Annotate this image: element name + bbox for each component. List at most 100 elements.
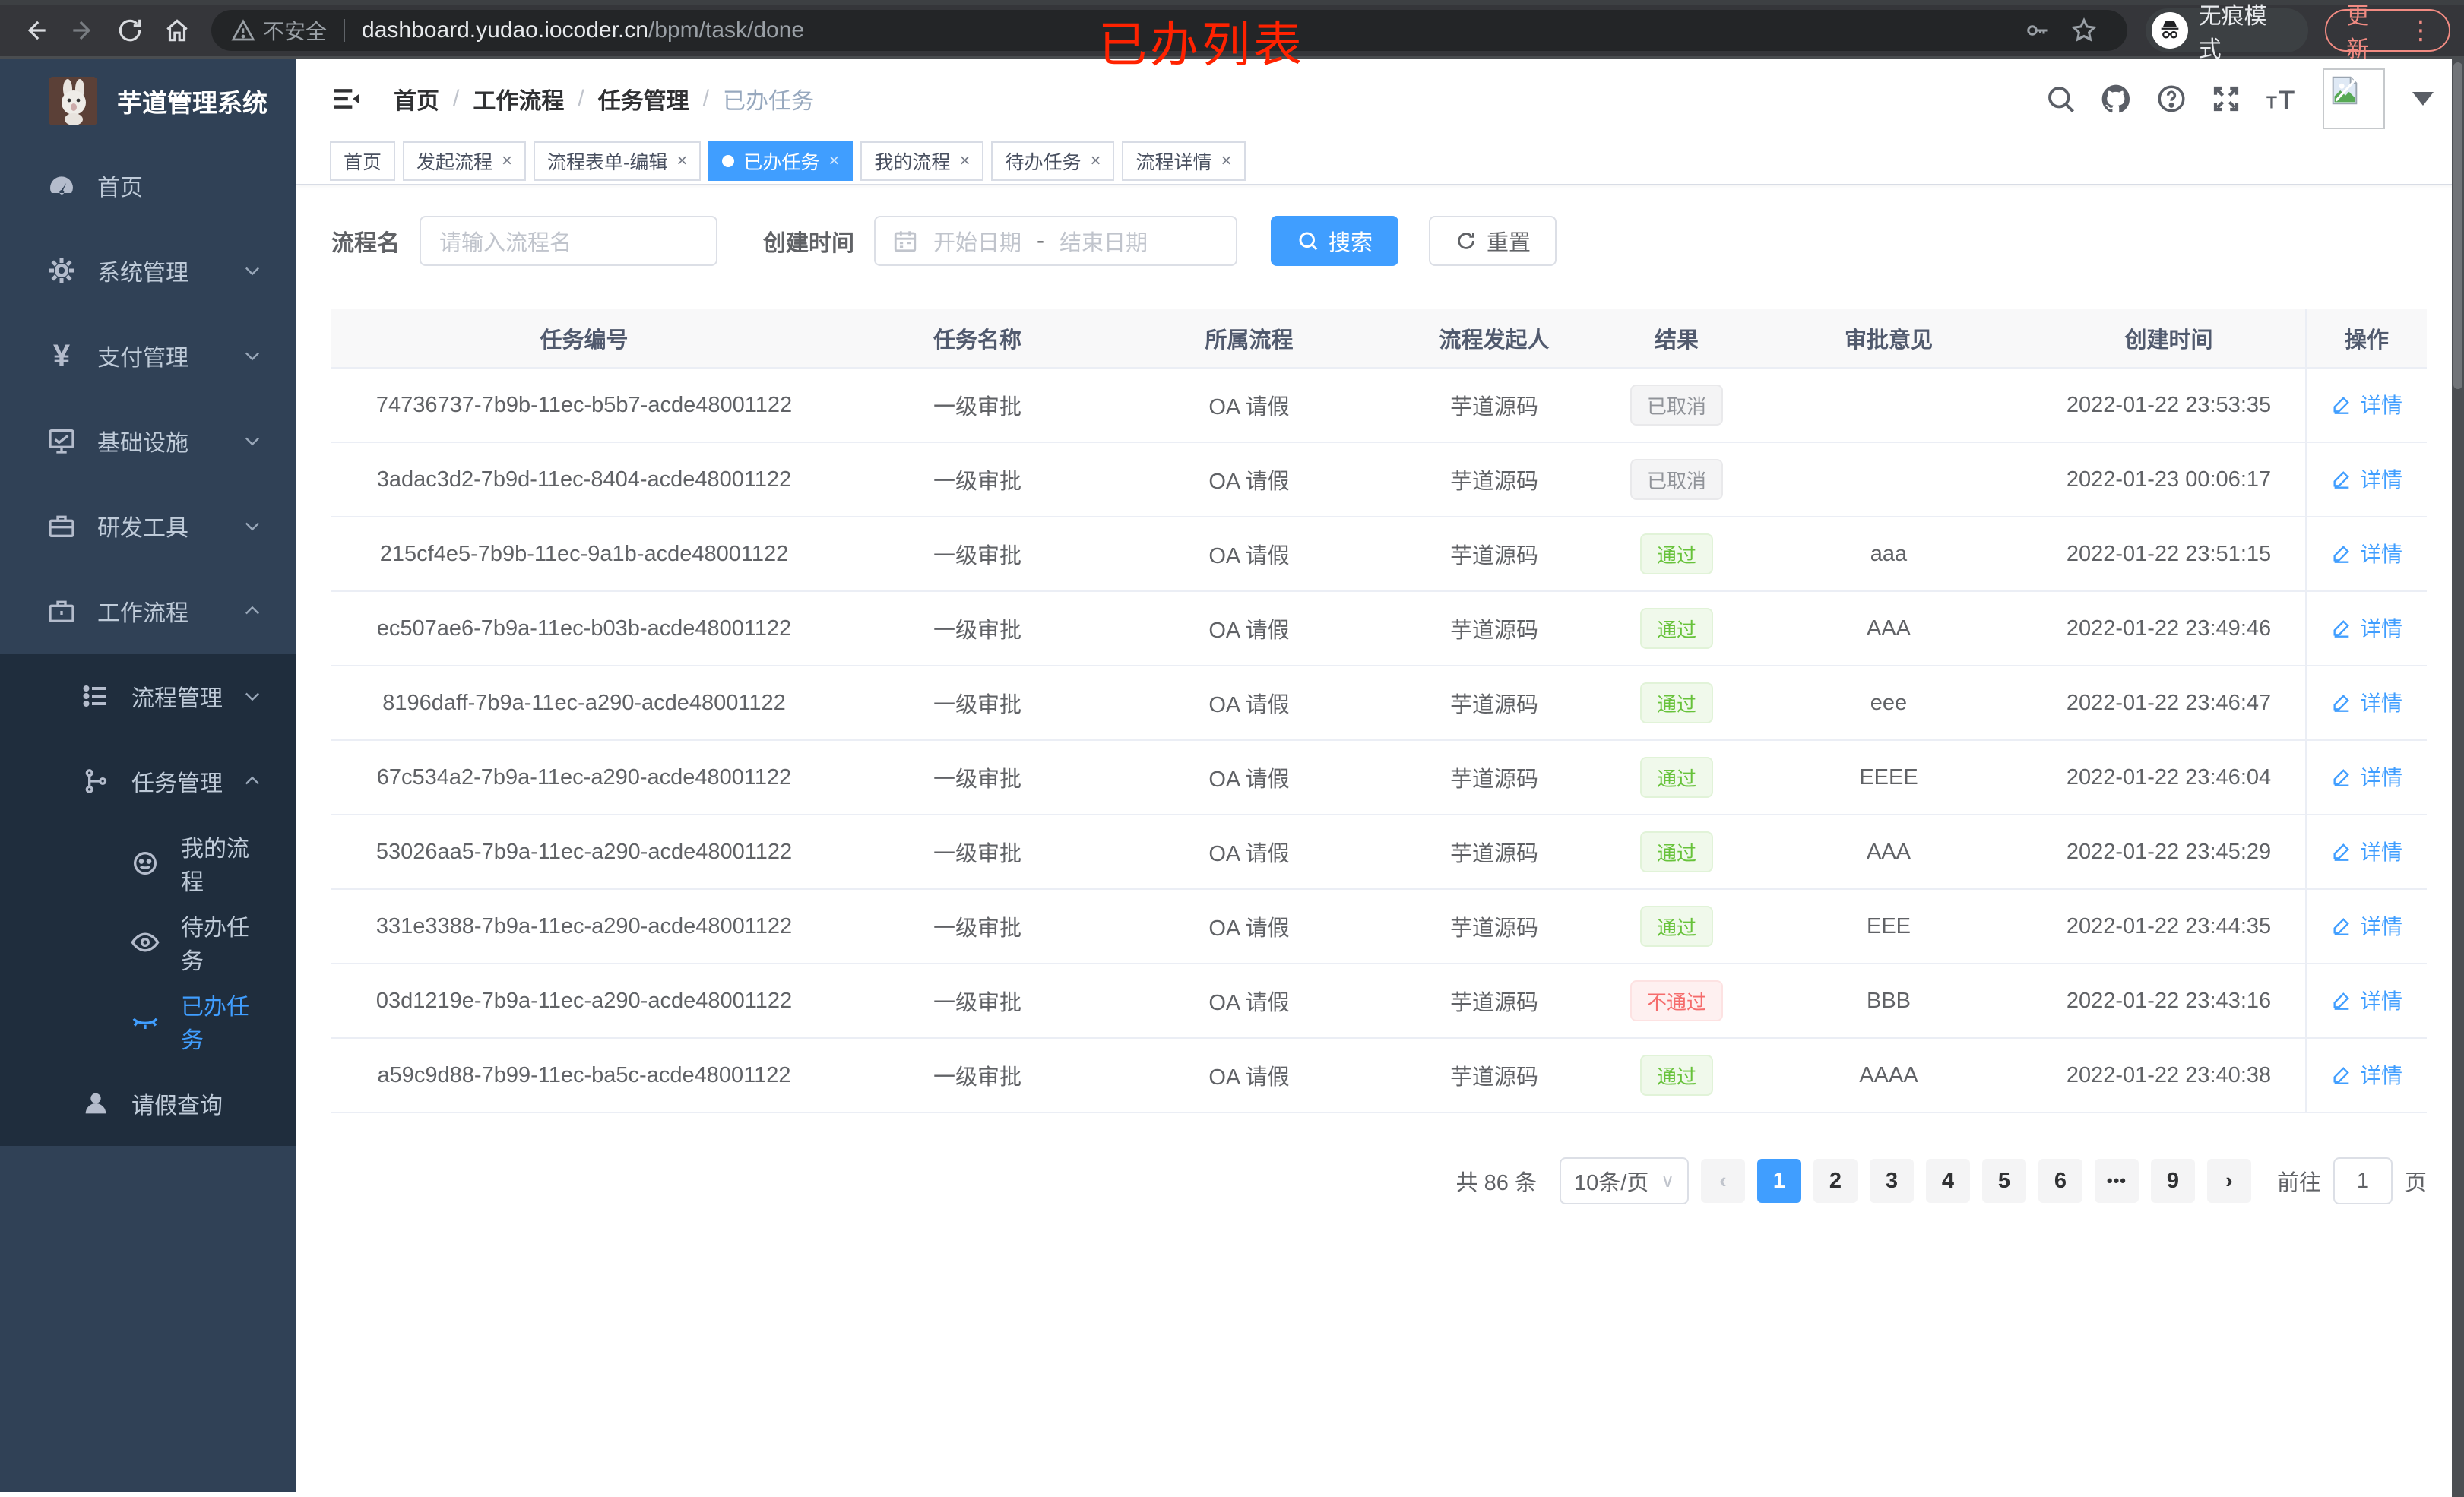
goto-page-input[interactable] [2333, 1157, 2393, 1204]
status-badge: 通过 [1639, 608, 1713, 649]
chevron-up-icon [242, 771, 263, 792]
status-badge: 通过 [1639, 906, 1713, 947]
security-label: 不安全 [263, 20, 328, 43]
tab-process-detail[interactable]: 流程详情 × [1122, 141, 1246, 181]
next-page-button[interactable]: › [2206, 1159, 2251, 1203]
fullscreen-icon[interactable] [2210, 83, 2242, 115]
sidebar-item-label: 任务管理 [131, 771, 223, 796]
detail-link[interactable]: 详情 [2331, 389, 2402, 419]
list-icon [80, 681, 112, 711]
browser-menu-kebab-icon[interactable]: ⋮ [2408, 15, 2434, 46]
chevron-down-icon [242, 685, 263, 707]
date-range-input[interactable]: 开始日期 - 结束日期 [874, 216, 1237, 266]
tab-done-task[interactable]: 已办任务 × [708, 141, 854, 181]
search-button[interactable]: 搜索 [1271, 216, 1399, 266]
app-title: 芋道管理系统 [117, 89, 268, 117]
breadcrumb-home[interactable]: 首页 [394, 82, 439, 116]
dashboard-icon [46, 170, 78, 201]
prev-page-button: ‹ [1700, 1159, 1745, 1203]
done-task-table: 任务编号 任务名称 所属流程 流程发起人 结果 审批意见 创建时间 操作 747… [331, 309, 2427, 1113]
col-process: 所属流程 [1118, 309, 1380, 368]
tab-todo-task[interactable]: 待办任务 × [991, 141, 1115, 181]
sidebar-item-workflow[interactable]: 工作流程 [0, 568, 296, 654]
detail-link[interactable]: 详情 [2331, 910, 2402, 941]
detail-link[interactable]: 详情 [2331, 1059, 2402, 1090]
eye-icon [129, 927, 161, 957]
sidebar-item-leave-query[interactable]: 请假查询 [0, 1061, 296, 1146]
close-icon[interactable]: × [1090, 150, 1101, 172]
edit-icon [2333, 620, 2349, 638]
close-icon[interactable]: × [676, 150, 687, 172]
sidebar-item-infra[interactable]: 基础设施 [0, 398, 296, 483]
edit-icon [2333, 695, 2349, 712]
browser-scrollbar[interactable] [2452, 59, 2464, 1497]
table-header-row: 任务编号 任务名称 所属流程 流程发起人 结果 审批意见 创建时间 操作 [331, 309, 2427, 368]
chevron-up-icon [242, 600, 263, 622]
page-button-5[interactable]: 5 [1981, 1159, 2026, 1203]
sidebar-item-system[interactable]: 系统管理 [0, 228, 296, 313]
page-button-3[interactable]: 3 [1869, 1159, 1914, 1203]
browser-forward-icon [59, 16, 106, 45]
update-button[interactable]: 更新 ⋮ [2325, 4, 2450, 62]
close-icon[interactable]: × [828, 150, 839, 172]
sidebar-collapse-icon[interactable] [330, 82, 363, 116]
detail-link[interactable]: 详情 [2331, 985, 2402, 1015]
sidebar-item-process-mgmt[interactable]: 流程管理 [0, 654, 296, 739]
avatar-caret-icon[interactable] [2412, 92, 2434, 106]
tab-my-process[interactable]: 我的流程 × [860, 141, 984, 181]
detail-link[interactable]: 详情 [2331, 687, 2402, 717]
browser-back-icon[interactable] [12, 16, 59, 45]
browser-home-icon[interactable] [154, 16, 201, 45]
sidebar-item-todo-task[interactable]: 待办任务 [0, 903, 296, 982]
reset-button[interactable]: 重置 [1429, 216, 1557, 266]
detail-link[interactable]: 详情 [2331, 761, 2402, 792]
page-button-9[interactable]: 9 [2150, 1159, 2195, 1203]
bookmark-star-icon[interactable] [2060, 17, 2108, 44]
col-task-id: 任务编号 [331, 309, 837, 368]
status-badge: 通过 [1639, 757, 1713, 798]
sidebar-item-label: 工作流程 [97, 601, 188, 626]
search-form: 流程名 请输入流程名 创建时间 开始日期 - 结束日期 搜索 重置 [331, 216, 2428, 266]
font-size-icon[interactable]: TT [2265, 83, 2300, 115]
sidebar-item-home[interactable]: 首页 [0, 143, 296, 228]
close-icon[interactable]: × [1221, 150, 1232, 172]
detail-link[interactable]: 详情 [2331, 538, 2402, 568]
process-name-input[interactable]: 请输入流程名 [420, 216, 717, 266]
page-size-select[interactable]: 10条/页 ∨ [1559, 1157, 1689, 1204]
detail-link[interactable]: 详情 [2331, 836, 2402, 866]
page-button-6[interactable]: 6 [2038, 1159, 2082, 1203]
tab-home[interactable]: 首页 [330, 141, 396, 181]
detail-link[interactable]: 详情 [2331, 464, 2402, 494]
gear-icon [46, 255, 78, 286]
sidebar-item-devtools[interactable]: 研发工具 [0, 483, 296, 568]
search-icon[interactable] [2044, 83, 2076, 115]
detail-link[interactable]: 详情 [2331, 612, 2402, 643]
sidebar-item-done-task[interactable]: 已办任务 [0, 982, 296, 1061]
help-icon[interactable] [2155, 83, 2187, 115]
url-host: dashboard.yudao.iocoder.cn [362, 17, 648, 43]
avatar[interactable] [2323, 68, 2385, 129]
sidebar-item-my-process[interactable]: 我的流程 [0, 824, 296, 903]
sidebar: 芋道管理系统 首页 系统管理 ¥ 支付管理 基础设施 研发工具 工作流程 流程管… [0, 59, 296, 1492]
calendar-icon [894, 231, 917, 252]
sidebar-item-payment[interactable]: ¥ 支付管理 [0, 313, 296, 398]
sidebar-item-task-mgmt[interactable]: 任务管理 [0, 739, 296, 824]
page-button-4[interactable]: 4 [1925, 1159, 1970, 1203]
table-row: 8196daff-7b9a-11ec-a290-acde48001122 一级审批… [331, 666, 2427, 741]
breadcrumb-task-mgmt[interactable]: 任务管理 [598, 82, 689, 116]
github-icon[interactable] [2099, 82, 2133, 116]
close-icon[interactable]: × [502, 150, 512, 172]
breadcrumb-workflow[interactable]: 工作流程 [473, 82, 564, 116]
app-logo[interactable]: 芋道管理系统 [0, 59, 296, 143]
page-button-2[interactable]: 2 [1813, 1159, 1858, 1203]
page-ellipsis[interactable]: ••• [2094, 1159, 2139, 1203]
page-button-1[interactable]: 1 [1756, 1159, 1801, 1203]
browser-reload-icon[interactable] [106, 16, 154, 45]
toolbox-icon [46, 511, 78, 541]
edit-icon [2333, 992, 2349, 1010]
tab-start-process[interactable]: 发起流程 × [403, 141, 527, 181]
tab-form-edit[interactable]: 流程表单-编辑 × [534, 141, 702, 181]
close-icon[interactable]: × [959, 150, 970, 172]
scrollbar-thumb[interactable] [2453, 62, 2462, 389]
key-icon[interactable] [2013, 17, 2060, 44]
